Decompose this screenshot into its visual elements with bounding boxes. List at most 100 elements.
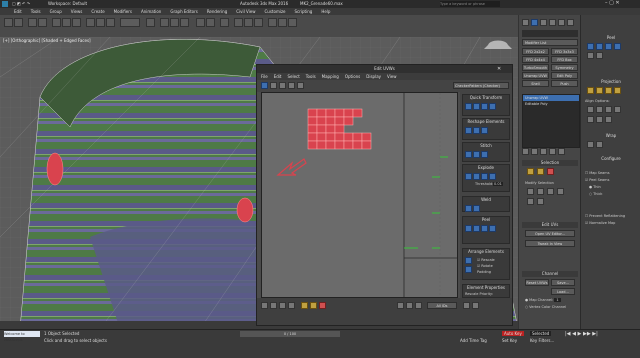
open-uv-editor-button[interactable]: Open UV Editor... — [525, 230, 575, 237]
peel-mode-icon[interactable] — [465, 225, 472, 232]
align-z-icon[interactable] — [605, 106, 612, 113]
uv-menu-view[interactable]: View — [387, 73, 397, 80]
pack-together-icon[interactable] — [465, 266, 472, 273]
pin-icon[interactable] — [481, 225, 488, 232]
edit-uvs-rollout-title[interactable]: Edit UVs — [522, 222, 578, 228]
redo-icon[interactable] — [14, 18, 23, 27]
reset-icon[interactable] — [605, 116, 612, 123]
vertex-icon[interactable] — [527, 168, 534, 175]
modifier-button-ffd444[interactable]: FFD 4x4x4 — [522, 56, 549, 63]
ring-icon[interactable] — [557, 188, 564, 195]
straighten-icon[interactable] — [465, 127, 472, 134]
move-icon[interactable] — [86, 18, 95, 27]
uv-zoom-icon[interactable] — [406, 302, 413, 309]
target-weld-icon[interactable] — [473, 205, 480, 212]
uv-menu-mapping[interactable]: Mapping — [322, 73, 339, 80]
menu-rendering[interactable]: Rendering — [207, 8, 227, 15]
modifier-button-turbosmooth[interactable]: TurboSmooth — [522, 64, 549, 71]
select-by-id-icon[interactable] — [527, 198, 534, 205]
element-properties-title[interactable]: Element Properties — [463, 285, 509, 291]
configure-title[interactable]: Configure — [583, 156, 639, 162]
weld-selected-icon[interactable] — [465, 205, 472, 212]
rescale-checkbox[interactable]: ☑ Rescale — [477, 258, 495, 262]
utilities-tab-icon[interactable] — [567, 19, 574, 26]
threshold-field[interactable]: 0.01 — [493, 182, 503, 186]
render-setup-icon[interactable] — [268, 18, 277, 27]
fit-icon[interactable] — [587, 116, 594, 123]
uv-face-mode-icon[interactable] — [319, 302, 326, 309]
thick-radio[interactable]: ○ Thick — [589, 192, 602, 196]
menu-scripting[interactable]: Scripting — [295, 8, 313, 15]
workspace-dropdown[interactable]: Workspace: Default — [48, 1, 87, 6]
key-filters-button[interactable]: Key Filters... — [530, 338, 554, 343]
viewcube-icon[interactable] — [488, 38, 512, 52]
unpin-icon[interactable] — [489, 225, 496, 232]
uv-menu-display[interactable]: Display — [366, 73, 381, 80]
uv-rotate-icon[interactable] — [270, 82, 277, 89]
grow-icon[interactable] — [527, 188, 534, 195]
edit-seams-icon[interactable] — [605, 43, 612, 50]
select-icon[interactable] — [52, 18, 61, 27]
align-horizontal-icon[interactable] — [473, 103, 480, 110]
thin-radio[interactable]: ● Thin — [589, 185, 601, 189]
configure-sets-icon[interactable] — [558, 148, 565, 155]
peel-rollout-title[interactable]: Peel — [463, 217, 509, 223]
convert-edge-to-seam-icon[interactable] — [587, 52, 594, 59]
load-uvs-button[interactable]: Load... — [551, 288, 575, 295]
reset-uvws-button[interactable]: Reset UVWs — [525, 279, 549, 286]
scale-icon[interactable] — [106, 18, 115, 27]
uv-mirror-icon[interactable] — [297, 82, 304, 89]
uv-menu-options[interactable]: Options — [345, 73, 360, 80]
menu-civil-view[interactable]: Civil View — [236, 8, 255, 15]
viewport-label[interactable]: [+] [Orthographic] [Shaded + Edged Faces… — [3, 38, 91, 43]
quick-transform-title[interactable]: Quick Transform — [463, 95, 509, 101]
search-input[interactable]: Type a keyword or phrase — [440, 1, 500, 7]
best-align-icon[interactable] — [614, 106, 621, 113]
unfold-strip-icon[interactable] — [596, 141, 603, 148]
uv-filter-icon[interactable] — [288, 302, 295, 309]
uv-freeze-icon[interactable] — [279, 302, 286, 309]
menu-graph-editors[interactable]: Graph Editors — [170, 8, 197, 15]
schematic-icon[interactable] — [244, 18, 253, 27]
uv-edge-mode-icon[interactable] — [310, 302, 317, 309]
menu-create[interactable]: Create — [91, 8, 104, 15]
quick-access-toolbar[interactable]: ▢ ◩ ↶ ↷ — [12, 1, 30, 6]
render-icon[interactable] — [288, 18, 297, 27]
prevent-reflattening-checkbox[interactable]: ☐ Prevent Reflattening — [585, 214, 625, 218]
stack-item-editable-poly[interactable]: Editable Poly — [523, 101, 579, 107]
detach-icon[interactable] — [473, 173, 480, 180]
vertex-color-channel-row[interactable]: ○ Vertex Color Channel — [525, 305, 566, 309]
peel-seams-checkbox[interactable]: ☑ Peel Seams — [585, 178, 609, 182]
selection-rollout-title[interactable]: Selection — [522, 160, 578, 166]
tweak-in-view-button[interactable]: Tweak In View — [525, 240, 575, 247]
stitch-title[interactable]: Stitch — [463, 143, 509, 149]
uv-move-icon[interactable] — [261, 82, 268, 89]
spherical-map-icon[interactable] — [605, 87, 612, 94]
uv-map-dropdown[interactable]: CheckerPattern (Checker) — [453, 82, 509, 89]
maxscript-listener-field[interactable]: Welcome to MAXScript. — [4, 331, 40, 342]
menu-views[interactable]: Views — [71, 8, 83, 15]
select-by-smoothing-icon[interactable] — [537, 198, 544, 205]
stitch-to-target-icon[interactable] — [465, 151, 472, 158]
angle-snap-icon[interactable] — [170, 18, 179, 27]
stitch-source-icon[interactable] — [481, 151, 488, 158]
projection-title[interactable]: Projection — [583, 79, 639, 85]
reference-coord-dropdown[interactable] — [120, 18, 140, 27]
uv-canvas[interactable] — [261, 92, 458, 298]
snap-icon[interactable] — [160, 18, 169, 27]
undo-icon[interactable] — [4, 18, 13, 27]
uv-freeform-icon[interactable] — [288, 82, 295, 89]
align-y-icon[interactable] — [596, 106, 603, 113]
menu-edit[interactable]: Edit — [14, 8, 22, 15]
window-controls[interactable]: – ▢ ✕ — [605, 0, 620, 6]
uv-pan-icon[interactable] — [397, 302, 404, 309]
hierarchy-tab-icon[interactable] — [540, 19, 547, 26]
key-mode-dropdown[interactable]: Selected — [530, 331, 552, 336]
arrange-elements-title[interactable]: Arrange Elements — [463, 249, 509, 255]
edge-icon[interactable] — [537, 168, 544, 175]
menu-modifiers[interactable]: Modifiers — [114, 8, 132, 15]
uv-hide-icon[interactable] — [270, 302, 277, 309]
modifier-button-unwrap[interactable]: Unwrap UVW — [522, 72, 549, 79]
menu-group[interactable]: Group — [50, 8, 62, 15]
mirror-icon[interactable] — [196, 18, 205, 27]
